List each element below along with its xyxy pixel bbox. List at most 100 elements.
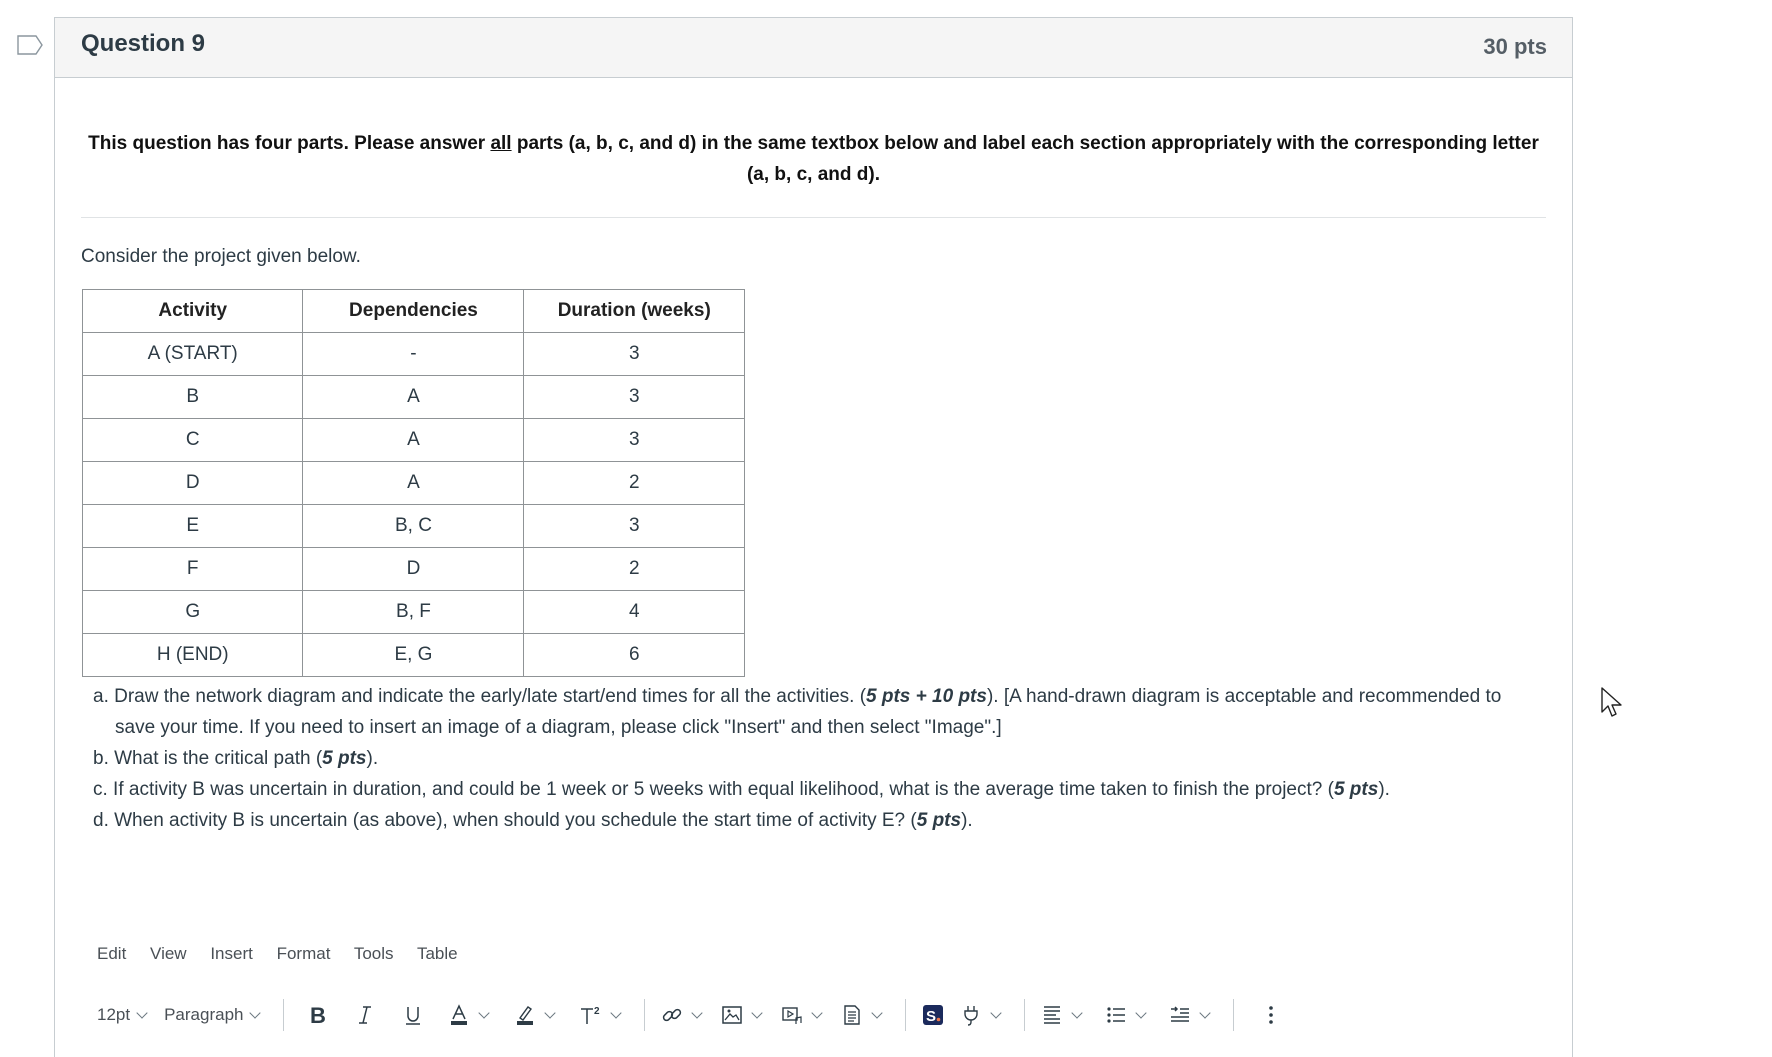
cell-dependencies: B, F [302,590,525,634]
image-icon [719,1002,745,1028]
menu-table[interactable]: Table [417,944,458,963]
text-color-button[interactable] [446,1002,498,1028]
italic-button[interactable] [352,1002,378,1028]
part-points: 5 pts [916,810,962,831]
cell-dependencies: D [302,547,525,591]
part-points: 5 pts + 10 pts [866,686,987,707]
consider-text: Consider the project given below. [81,246,361,267]
media-icon [779,1002,805,1028]
cell-duration: 2 [523,461,745,505]
s-app-button[interactable]: S [920,1002,946,1028]
part-c: c. If activity B was uncertain in durati… [93,774,1513,805]
header-dependencies: Dependencies [302,289,525,333]
chevron-down-icon [1199,1007,1212,1019]
bullet-list-icon [1103,1002,1129,1028]
bullet-list-button[interactable] [1103,1002,1155,1028]
part-d: d. When activity B is uncertain (as abov… [93,805,1513,836]
part-text: ). [961,810,973,831]
cell-duration: 3 [523,418,745,462]
question-points: 30 pts [1483,34,1547,59]
table-row: FD2 [81,547,745,591]
table-row: A (START) -3 [81,332,745,376]
text-color-icon [446,1002,472,1028]
font-size-select[interactable]: 12pt [97,1005,156,1025]
cell-duration: 3 [523,504,745,548]
s-app-icon: S [920,1002,946,1028]
document-button[interactable] [839,1002,891,1028]
indent-icon [1167,1002,1193,1028]
cell-duration: 6 [523,633,745,677]
header-activity: Activity [81,289,304,333]
table-row: H (END) E, G6 [81,633,745,677]
flag-question-icon[interactable] [17,35,43,55]
plugin-button[interactable] [958,1002,1010,1028]
bold-button[interactable]: B [304,1002,330,1028]
menu-insert[interactable]: Insert [210,944,253,963]
cell-duration: 2 [523,547,745,591]
toolbar-separator [1024,999,1026,1031]
document-icon [839,1002,865,1028]
question-parts-list: a. Draw the network diagram and indicate… [93,681,1513,836]
cell-activity: E [81,504,304,548]
chevron-down-icon [478,1007,491,1019]
svg-text:S: S [926,1008,936,1025]
toolbar-separator [1233,999,1235,1031]
question-header: Question 9 30 pts [55,18,1572,78]
more-button[interactable] [1258,1002,1284,1028]
chevron-down-icon [1135,1007,1148,1019]
editor-toolbar: 12pt Paragraph B 2 S [97,998,1284,1032]
menu-edit[interactable]: Edit [97,944,126,963]
block-format-select[interactable]: Paragraph [164,1005,269,1025]
part-text: b. What is the critical path ( [93,748,323,769]
chevron-down-icon [990,1007,1003,1019]
chevron-down-icon [691,1007,704,1019]
chevron-down-icon [811,1007,824,1019]
indent-button[interactable] [1167,1002,1219,1028]
bold-icon: B [304,1002,330,1028]
part-text: ). [366,748,379,769]
link-icon [659,1002,685,1028]
cell-duration: 3 [523,375,745,419]
menu-format[interactable]: Format [277,944,331,963]
image-button[interactable] [719,1002,771,1028]
part-b: b. What is the critical path (5 pts). [93,743,1513,774]
media-button[interactable] [779,1002,831,1028]
part-a: a. Draw the network diagram and indicate… [93,681,1513,743]
cell-duration: 4 [523,590,745,634]
cell-dependencies: A [302,461,525,505]
align-button[interactable] [1039,1002,1091,1028]
chevron-down-icon [544,1007,557,1019]
superscript-button[interactable]: 2 [578,1002,630,1028]
cell-activity: A (START) [81,332,304,376]
toolbar-separator [905,999,907,1031]
table-row: G B, F4 [81,590,745,634]
project-table: Activity Dependencies Duration (weeks) A… [81,289,745,677]
more-icon [1258,1002,1284,1028]
link-button[interactable] [659,1002,711,1028]
header-duration: Duration (weeks) [523,289,745,333]
superscript-icon: 2 [578,1002,604,1028]
question-intro: This question has four parts. Please ans… [81,128,1546,190]
italic-icon [352,1002,378,1028]
align-icon [1039,1002,1065,1028]
cell-dependencies: B, C [302,504,525,548]
cell-activity: G [81,590,304,634]
question-title: Question 9 [81,30,206,57]
chevron-down-icon [610,1007,623,1019]
table-row: CA3 [81,418,745,462]
cell-activity: B [81,375,304,419]
cell-activity: F [81,547,304,591]
cell-activity: D [81,461,304,505]
underline-button[interactable] [400,1002,426,1028]
menu-view[interactable]: View [150,944,187,963]
part-points: 5 pts [1333,779,1379,800]
font-size-value: 12pt [97,1005,131,1024]
cell-activity: H (END) [81,633,304,677]
highlight-button[interactable] [512,1002,564,1028]
table-row: BA3 [81,375,745,419]
question-card: Question 9 30 pts This question has four… [54,17,1573,1057]
cell-dependencies: A [302,418,525,462]
cell-duration: 3 [523,332,745,376]
chevron-down-icon [249,1007,262,1019]
menu-tools[interactable]: Tools [354,944,394,963]
